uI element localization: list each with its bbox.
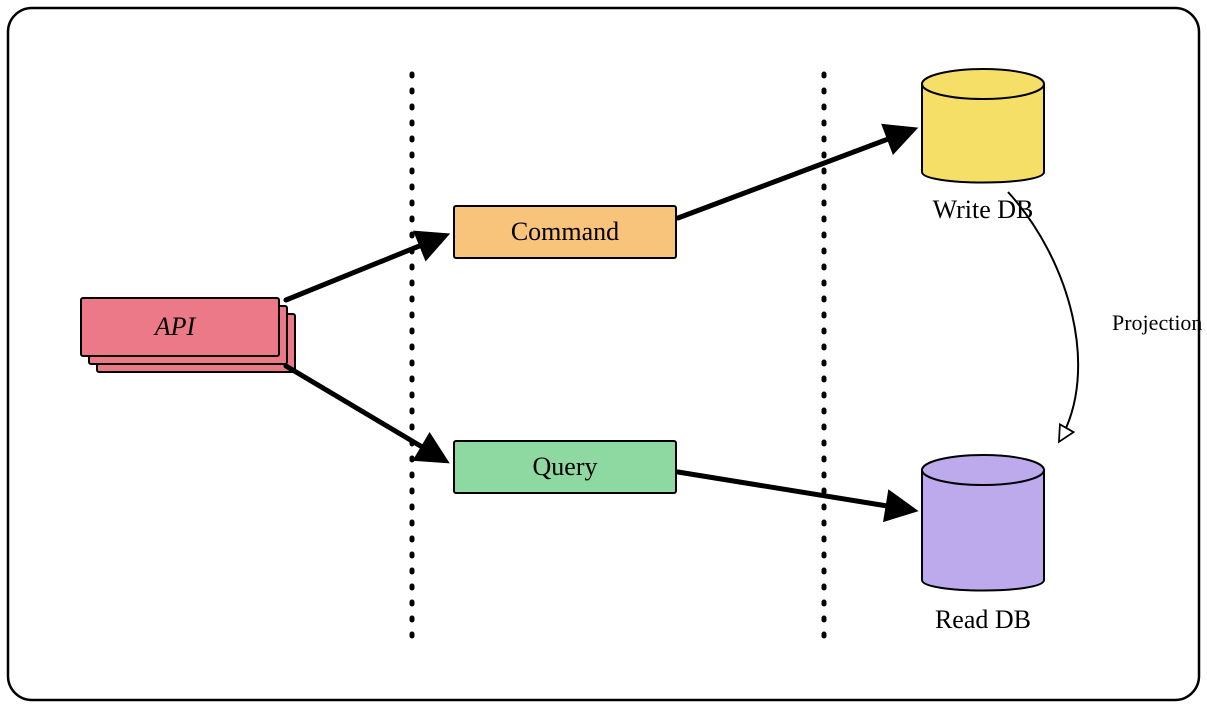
write-db-label: Write DB — [933, 195, 1034, 224]
command-label: Command — [511, 217, 619, 246]
arrow-api-command — [286, 236, 444, 300]
arrow-projection — [1008, 192, 1078, 440]
arrow-query-readdb — [678, 472, 912, 510]
query-label: Query — [533, 452, 598, 481]
arrow-command-writedb — [678, 130, 912, 218]
read-db-label: Read DB — [935, 605, 1031, 634]
projection-label: Projection — [1112, 310, 1202, 335]
arrow-api-query — [286, 366, 444, 460]
api-node: API — [81, 298, 295, 372]
api-label: API — [153, 312, 197, 341]
command-node: Command — [454, 206, 676, 258]
read-db-node: Read DB — [922, 455, 1044, 634]
write-db-node: Write DB — [922, 69, 1044, 224]
cqrs-diagram: API Command Query Write DB Read DB Proje… — [0, 0, 1207, 708]
query-node: Query — [454, 441, 676, 493]
